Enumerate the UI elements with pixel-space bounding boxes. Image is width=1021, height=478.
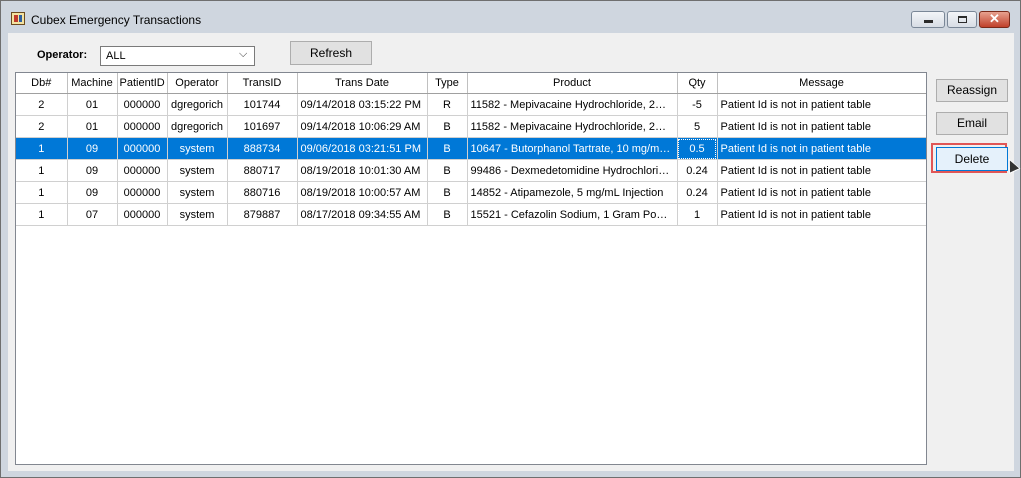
table-cell[interactable]: 0.24 — [677, 159, 718, 182]
table-cell[interactable]: 0.24 — [677, 181, 718, 204]
table-row[interactable]: 2 01 000000 dgregorich 101697 09/14/2018 10:0… — [16, 115, 926, 138]
table-row[interactable]: 1 09 000000 system 880717 08/19/2018 10:01:30… — [16, 159, 926, 182]
transactions-table: Db# Machine PatientID Operator TransID Trans … — [16, 73, 926, 226]
table-header-row: Db# Machine PatientID Operator TransID Trans … — [16, 73, 926, 94]
table-cell[interactable]: 101697 — [227, 115, 298, 138]
table-cell[interactable]: 1 — [16, 137, 68, 160]
minimize-icon — [924, 20, 933, 23]
maximize-icon — [958, 16, 967, 23]
table-cell[interactable]: 10647 - Butorphanol Tartrate, 10 mg/mL .… — [467, 137, 678, 160]
delete-button[interactable]: Delete — [936, 147, 1008, 171]
table-cell[interactable]: 000000 — [117, 181, 168, 204]
table-cell[interactable]: 01 — [67, 93, 118, 116]
table-cell[interactable]: Patient Id is not in patient table — [717, 203, 926, 226]
column-header[interactable]: Type — [427, 73, 468, 94]
main-panel: Operator: ALL ⌵ Refresh Db# Machine Patien… — [8, 33, 1021, 471]
column-header[interactable]: PatientID — [117, 73, 168, 94]
table-row[interactable]: 1 09 000000 system 880716 08/19/2018 10:00:57… — [16, 181, 926, 204]
table-cell[interactable]: 99486 - Dexmedetomidine Hydrochloride... — [467, 159, 678, 182]
minimize-button[interactable] — [911, 11, 945, 28]
chevron-down-icon[interactable]: ⌵ — [239, 48, 247, 61]
table-cell[interactable]: Patient Id is not in patient table — [717, 181, 926, 204]
table-cell[interactable]: 000000 — [117, 93, 168, 116]
table-cell[interactable]: 1 — [677, 203, 718, 226]
table-cell[interactable]: 11582 - Mepivacaine Hydrochloride, 2% ..… — [467, 93, 678, 116]
table-cell[interactable]: Patient Id is not in patient table — [717, 137, 926, 160]
table-cell[interactable]: Patient Id is not in patient table — [717, 93, 926, 116]
table-cell[interactable]: B — [427, 115, 468, 138]
operator-selected-value: ALL — [106, 50, 126, 62]
table-cell[interactable]: 08/19/2018 10:01:30 AM — [297, 159, 428, 182]
table-cell[interactable]: B — [427, 181, 468, 204]
table-cell[interactable]: 101744 — [227, 93, 298, 116]
table-cell[interactable]: 2 — [16, 93, 68, 116]
table-row[interactable]: 1 07 000000 system 879887 08/17/2018 09:34:55… — [16, 203, 926, 226]
table-cell[interactable]: 880716 — [227, 181, 298, 204]
table-cell[interactable]: 09 — [67, 181, 118, 204]
table-cell[interactable]: 08/17/2018 09:34:55 AM — [297, 203, 428, 226]
table-cell[interactable]: 000000 — [117, 137, 168, 160]
table-cell[interactable]: 07 — [67, 203, 118, 226]
table-cell[interactable]: 000000 — [117, 159, 168, 182]
reassign-button[interactable]: Reassign — [936, 79, 1008, 102]
table-cell[interactable]: 5 — [677, 115, 718, 138]
table-row[interactable]: 1 09 000000 system 888734 09/06/2018 03:21:51… — [16, 137, 926, 160]
app-window: Cubex Emergency Transactions ✕ Operator:… — [0, 0, 1021, 478]
table-cell[interactable]: 1 — [16, 159, 68, 182]
table-row[interactable]: 2 01 000000 dgregorich 101744 09/14/2018 03:1… — [16, 93, 926, 116]
table-cell[interactable]: 15521 - Cefazolin Sodium, 1 Gram Powd... — [467, 203, 678, 226]
table-cell[interactable]: 880717 — [227, 159, 298, 182]
table-body: 2 01 000000 dgregorich 101744 09/14/2018 03:1… — [16, 93, 926, 226]
column-header[interactable]: Product — [467, 73, 678, 94]
transactions-grid[interactable]: Db# Machine PatientID Operator TransID Trans … — [15, 72, 927, 465]
column-header[interactable]: TransID — [227, 73, 298, 94]
column-header[interactable]: Machine — [67, 73, 118, 94]
table-cell[interactable]: 14852 - Atipamezole, 5 mg/mL Injection — [467, 181, 678, 204]
table-cell[interactable]: 879887 — [227, 203, 298, 226]
table-cell[interactable]: 000000 — [117, 115, 168, 138]
table-cell[interactable]: Patient Id is not in patient table — [717, 115, 926, 138]
refresh-button[interactable]: Refresh — [290, 41, 372, 65]
table-cell[interactable]: dgregorich — [167, 115, 228, 138]
column-header[interactable]: Db# — [16, 73, 68, 94]
close-button[interactable]: ✕ — [979, 11, 1010, 28]
table-cell[interactable]: 09/14/2018 10:06:29 AM — [297, 115, 428, 138]
table-cell[interactable]: 0.5 — [677, 137, 718, 160]
operator-label: Operator: — [37, 49, 88, 61]
table-cell[interactable]: Patient Id is not in patient table — [717, 159, 926, 182]
column-header[interactable]: Qty — [677, 73, 718, 94]
table-cell[interactable]: system — [167, 137, 228, 160]
table-cell[interactable]: system — [167, 203, 228, 226]
table-cell[interactable]: 09/06/2018 03:21:51 PM — [297, 137, 428, 160]
maximize-button[interactable] — [947, 11, 977, 28]
table-cell[interactable]: 09/14/2018 03:15:22 PM — [297, 93, 428, 116]
column-header[interactable]: Message — [717, 73, 926, 94]
table-cell[interactable]: -5 — [677, 93, 718, 116]
table-cell[interactable]: 1 — [16, 203, 68, 226]
table-cell[interactable]: 08/19/2018 10:00:57 AM — [297, 181, 428, 204]
close-icon: ✕ — [989, 11, 1000, 26]
table-cell[interactable]: 888734 — [227, 137, 298, 160]
table-cell[interactable]: system — [167, 181, 228, 204]
cubex-app-icon — [11, 12, 25, 25]
table-cell[interactable]: R — [427, 93, 468, 116]
table-cell[interactable]: B — [427, 137, 468, 160]
table-cell[interactable]: 09 — [67, 159, 118, 182]
table-cell[interactable]: dgregorich — [167, 93, 228, 116]
column-header[interactable]: Trans Date — [297, 73, 428, 94]
table-cell[interactable]: 11582 - Mepivacaine Hydrochloride, 2% ..… — [467, 115, 678, 138]
table-cell[interactable]: 09 — [67, 137, 118, 160]
window-title: Cubex Emergency Transactions — [31, 13, 202, 27]
table-cell[interactable]: 01 — [67, 115, 118, 138]
email-button[interactable]: Email — [936, 112, 1008, 135]
table-cell[interactable]: system — [167, 159, 228, 182]
table-cell[interactable]: 000000 — [117, 203, 168, 226]
table-cell[interactable]: B — [427, 159, 468, 182]
table-cell[interactable]: 1 — [16, 181, 68, 204]
table-cell[interactable]: B — [427, 203, 468, 226]
column-header[interactable]: Operator — [167, 73, 228, 94]
table-cell[interactable]: 2 — [16, 115, 68, 138]
operator-select[interactable]: ALL ⌵ — [100, 46, 255, 66]
title-bar[interactable]: Cubex Emergency Transactions ✕ — [1, 1, 1020, 33]
